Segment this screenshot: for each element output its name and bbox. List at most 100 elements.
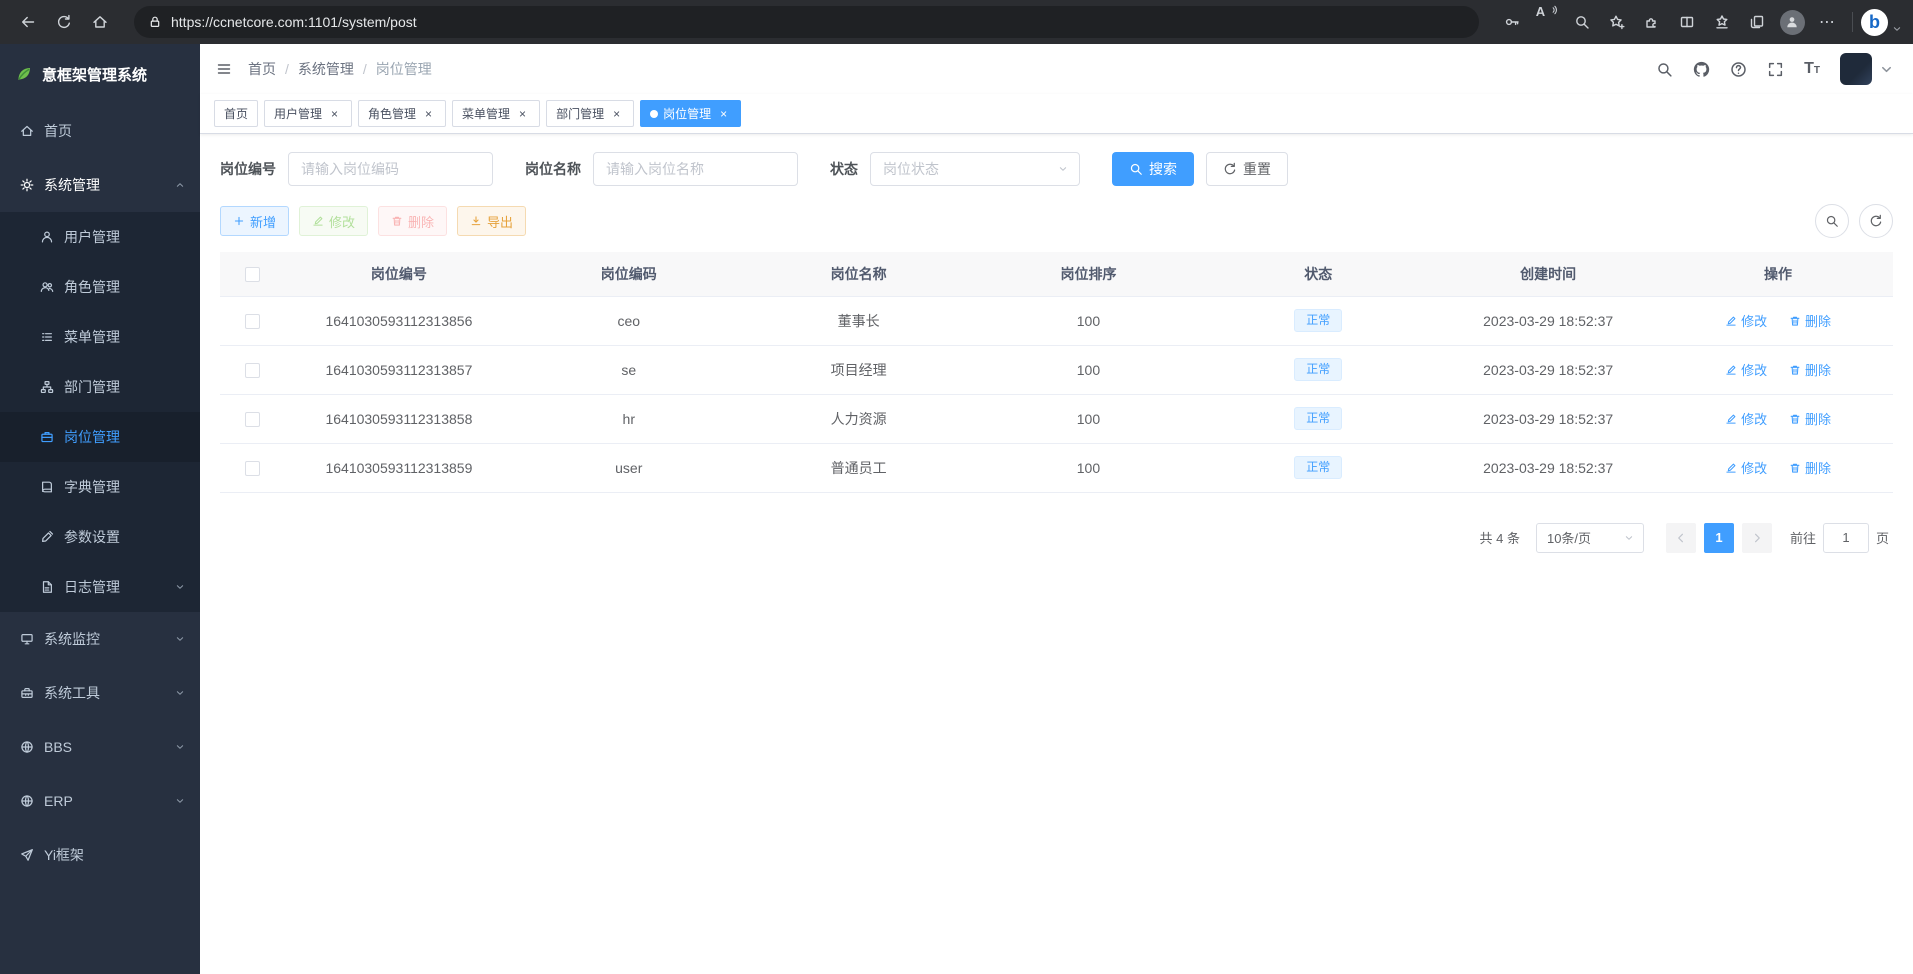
sidebar-item-post-mgmt[interactable]: 岗位管理	[0, 412, 200, 462]
page-number-button[interactable]: 1	[1704, 523, 1734, 553]
sidebar-toggle-icon[interactable]	[200, 61, 248, 77]
sidebar-item-param-settings[interactable]: 参数设置	[0, 512, 200, 562]
close-icon[interactable]: ×	[716, 106, 731, 121]
column-header: 岗位编号	[284, 252, 514, 296]
password-key-icon[interactable]	[1495, 4, 1529, 40]
row-checkbox[interactable]	[245, 363, 260, 378]
sidebar-item-log-mgmt[interactable]: 日志管理	[0, 562, 200, 612]
row-delete-link[interactable]: 删除	[1789, 458, 1831, 477]
org-tree-icon	[40, 380, 54, 394]
sidebar-item-home[interactable]: 首页	[0, 104, 200, 158]
user-avatar-menu[interactable]	[1840, 53, 1895, 85]
chevron-right-icon	[1750, 531, 1764, 545]
status-select[interactable]: 岗位状态	[870, 152, 1080, 186]
next-page-button[interactable]	[1742, 523, 1772, 553]
tags-view-bar: 首页 用户管理 × 角色管理 × 菜单管理 × 部门管理 × 岗位管理 ×	[200, 94, 1913, 134]
sidebar-item-menu-mgmt[interactable]: 菜单管理	[0, 312, 200, 362]
tab-user-mgmt[interactable]: 用户管理 ×	[264, 100, 352, 127]
sidebar-group-erp[interactable]: ERP	[0, 774, 200, 828]
page-size-select[interactable]: 10条/页	[1536, 523, 1644, 553]
export-button[interactable]: 导出	[457, 206, 526, 236]
search-icon	[1129, 162, 1143, 176]
site-permissions-icon[interactable]	[148, 15, 162, 29]
favorites-bar-icon[interactable]	[1705, 4, 1739, 40]
add-button[interactable]: 新增	[220, 206, 289, 236]
select-all-checkbox[interactable]	[245, 267, 260, 282]
tab-post-mgmt[interactable]: 岗位管理 ×	[640, 100, 741, 127]
chevron-left-icon	[1674, 531, 1688, 545]
browser-profile-avatar[interactable]	[1775, 4, 1809, 40]
list-icon	[40, 330, 54, 344]
column-header: 岗位排序	[974, 252, 1204, 296]
delete-button[interactable]: 删除	[378, 206, 447, 236]
post-name-label: 岗位名称	[525, 159, 581, 179]
reset-button[interactable]: 重置	[1206, 152, 1288, 186]
table-row: 1641030593112313856 ceo 董事长 100 正常 2023-…	[220, 296, 1893, 345]
close-icon[interactable]: ×	[421, 106, 436, 121]
github-icon[interactable]	[1693, 61, 1710, 78]
breadcrumb-home[interactable]: 首页	[248, 59, 276, 79]
status-badge: 正常	[1294, 309, 1342, 333]
leaf-logo-icon	[16, 66, 32, 82]
row-delete-link[interactable]: 删除	[1789, 311, 1831, 330]
row-checkbox[interactable]	[245, 461, 260, 476]
avatar	[1840, 53, 1872, 85]
row-edit-link[interactable]: 修改	[1725, 360, 1767, 379]
sidebar-item-dict-mgmt[interactable]: 字典管理	[0, 462, 200, 512]
bing-caret-icon[interactable]	[1891, 23, 1903, 35]
goto-page-input[interactable]	[1823, 523, 1869, 553]
sidebar-group-tools[interactable]: 系统工具	[0, 666, 200, 720]
breadcrumb-current: 岗位管理	[376, 59, 432, 79]
bing-chat-icon[interactable]: b	[1861, 9, 1888, 36]
row-edit-link[interactable]: 修改	[1725, 409, 1767, 428]
sidebar-item-yi-framework[interactable]: Yi框架	[0, 828, 200, 882]
sidebar-item-user-mgmt[interactable]: 用户管理	[0, 212, 200, 262]
post-code-input[interactable]	[288, 152, 493, 186]
collections-icon[interactable]	[1740, 4, 1774, 40]
row-delete-link[interactable]: 删除	[1789, 409, 1831, 428]
chevron-up-icon	[174, 179, 186, 191]
read-aloud-icon[interactable]: A	[1530, 4, 1564, 40]
font-size-icon[interactable]: TT	[1804, 61, 1820, 77]
sidebar-group-bbs[interactable]: BBS	[0, 720, 200, 774]
prev-page-button[interactable]	[1666, 523, 1696, 553]
zoom-icon[interactable]	[1565, 4, 1599, 40]
tab-home[interactable]: 首页	[214, 100, 258, 127]
post-name-input[interactable]	[593, 152, 798, 186]
more-menu-icon[interactable]: ⋯	[1810, 4, 1844, 40]
add-favorite-icon[interactable]	[1600, 4, 1634, 40]
app-logo[interactable]: 意框架管理系统	[0, 44, 200, 104]
browser-home-button[interactable]	[82, 4, 118, 40]
row-delete-link[interactable]: 删除	[1789, 360, 1831, 379]
url-bar[interactable]: https://ccnetcore.com:1101/system/post	[134, 6, 1479, 38]
row-checkbox[interactable]	[245, 412, 260, 427]
tab-dept-mgmt[interactable]: 部门管理 ×	[546, 100, 634, 127]
tab-role-mgmt[interactable]: 角色管理 ×	[358, 100, 446, 127]
edit-button[interactable]: 修改	[299, 206, 368, 236]
close-icon[interactable]: ×	[609, 106, 624, 121]
split-screen-icon[interactable]	[1670, 4, 1704, 40]
search-button[interactable]: 搜索	[1112, 152, 1194, 186]
close-icon[interactable]: ×	[327, 106, 342, 121]
close-icon[interactable]: ×	[515, 106, 530, 121]
plus-icon	[233, 215, 245, 227]
row-checkbox[interactable]	[245, 314, 260, 329]
refresh-table-button[interactable]	[1859, 204, 1893, 238]
extensions-icon[interactable]	[1635, 4, 1669, 40]
sidebar-group-monitor[interactable]: 系统监控	[0, 612, 200, 666]
help-icon[interactable]	[1730, 61, 1747, 78]
chevron-down-icon	[174, 795, 186, 807]
row-edit-link[interactable]: 修改	[1725, 458, 1767, 477]
toggle-search-button[interactable]	[1815, 204, 1849, 238]
browser-back-button[interactable]	[10, 4, 46, 40]
tab-menu-mgmt[interactable]: 菜单管理 ×	[452, 100, 540, 127]
sidebar-group-system-mgmt[interactable]: 系统管理	[0, 158, 200, 212]
search-icon[interactable]	[1656, 61, 1673, 78]
sidebar-item-role-mgmt[interactable]: 角色管理	[0, 262, 200, 312]
fullscreen-icon[interactable]	[1767, 61, 1784, 78]
browser-refresh-button[interactable]	[46, 4, 82, 40]
row-edit-link[interactable]: 修改	[1725, 311, 1767, 330]
breadcrumb-system-mgmt[interactable]: 系统管理	[298, 59, 354, 79]
sidebar-item-dept-mgmt[interactable]: 部门管理	[0, 362, 200, 412]
system-mgmt-submenu: 用户管理 角色管理 菜单管理 部门管理 岗位管理 字典管理	[0, 212, 200, 612]
